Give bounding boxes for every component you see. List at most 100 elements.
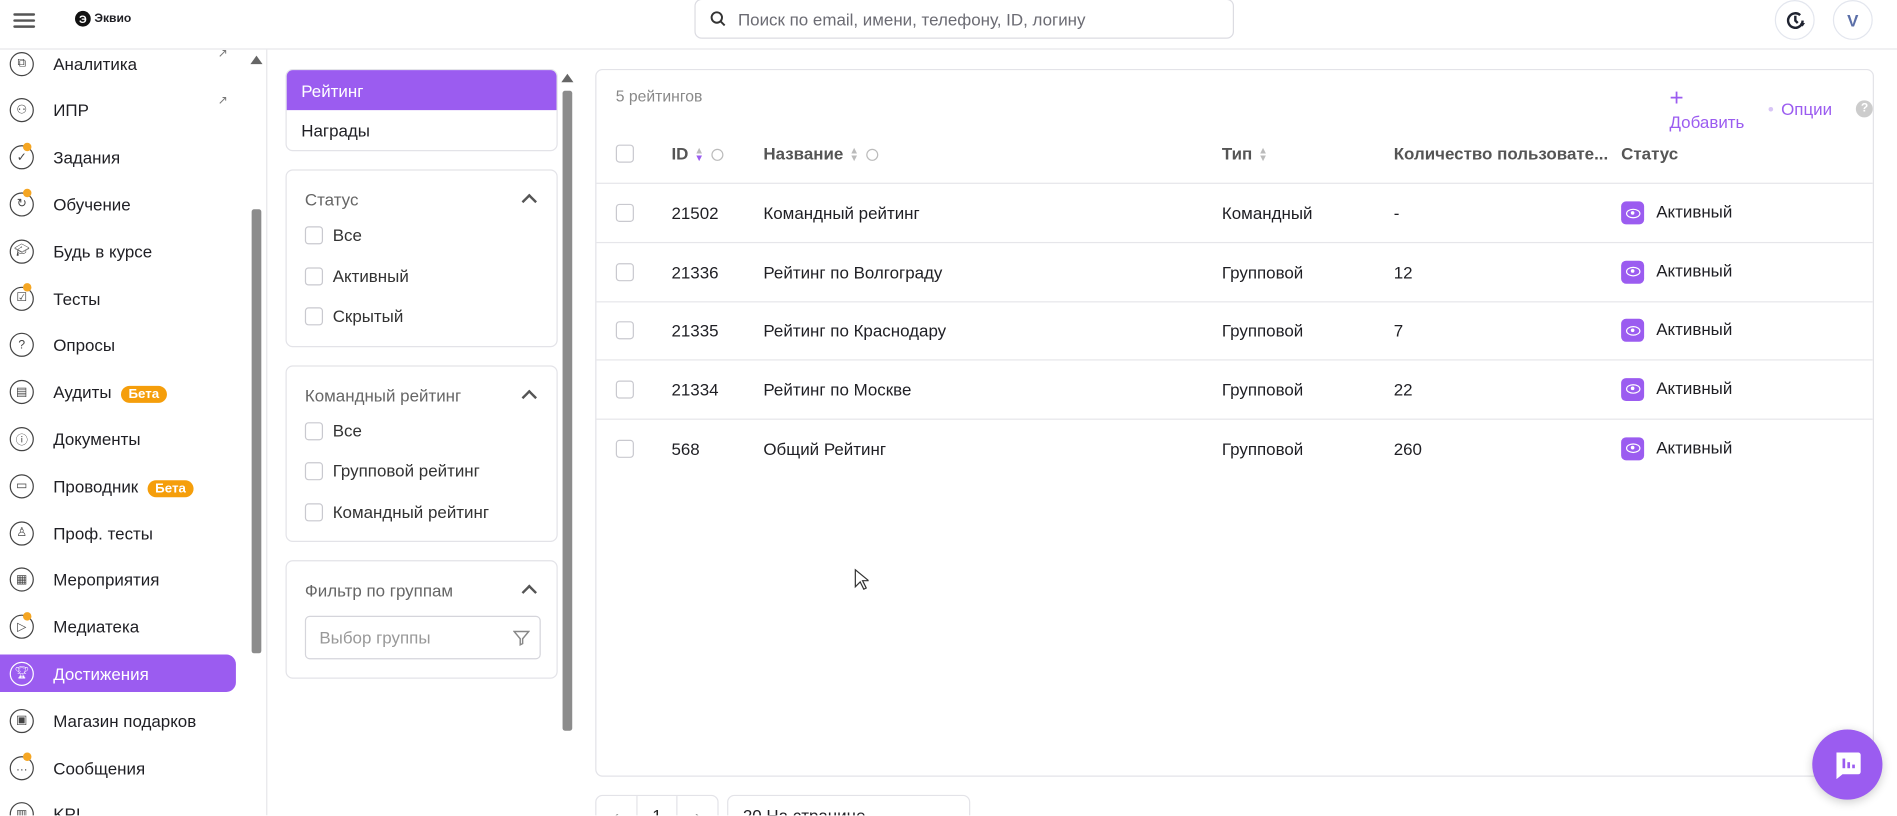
options-button[interactable]: Опции <box>1781 99 1832 118</box>
cell-status: Активный <box>1621 436 1732 460</box>
cell-id: 21336 <box>671 261 719 282</box>
status-label: Активный <box>1656 201 1733 222</box>
menu-icon[interactable] <box>13 10 36 29</box>
sidebar-item-label: Аналитика <box>53 53 138 74</box>
folder-icon: ▭ <box>9 473 34 499</box>
sidebar-item-16[interactable]: … Сообщения <box>0 749 236 787</box>
chevron-up-icon[interactable] <box>521 389 537 406</box>
filter-scroll-up[interactable] <box>561 73 574 83</box>
sort-icon[interactable]: ▲ ▼ <box>694 146 704 163</box>
chevron-up-icon[interactable] <box>521 193 537 210</box>
logo-text: Эквио <box>94 12 132 26</box>
column-users[interactable]: Количество пользовате... <box>1394 143 1609 162</box>
row-checkbox[interactable] <box>615 439 634 458</box>
checkbox <box>304 461 324 480</box>
cell-users: 7 <box>1393 320 1404 340</box>
sidebar-item-14[interactable]: 🏆︎ Достижения <box>0 654 236 693</box>
table-row[interactable]: 21502 Командный рейтинг Командный - Акти… <box>596 184 1873 244</box>
cell-name[interactable]: Рейтинг по Москве <box>763 379 911 398</box>
mouse-cursor-icon <box>854 568 869 590</box>
sort-icon[interactable]: ▲ ▼ <box>849 146 859 163</box>
sidebar-item-11[interactable]: ♙ Проф. тесты <box>0 514 236 552</box>
sidebar-item-7[interactable]: ? Опросы <box>0 326 236 364</box>
next-page-button[interactable]: › <box>678 796 718 816</box>
column-type[interactable]: Тип ▲ ▼ <box>1222 143 1268 162</box>
eye-icon[interactable] <box>1621 377 1645 401</box>
sidebar-item-label: Аудиты Бета <box>53 382 167 403</box>
row-checkbox[interactable] <box>615 379 634 399</box>
eye-icon[interactable] <box>1621 318 1645 342</box>
history-button[interactable] <box>1774 0 1815 40</box>
sidebar-item-5[interactable]: 🎓︎ Будь в курсе <box>0 233 236 271</box>
sidebar-item-9[interactable]: ⓘ Документы <box>0 420 236 458</box>
prev-page-button[interactable]: ‹ <box>596 796 638 816</box>
table-row[interactable]: 568 Общий Рейтинг Групповой 260 Активный <box>596 419 1872 478</box>
sidebar-item-2[interactable]: ⚇ ИПР ↗ <box>0 92 236 130</box>
chevron-down-icon: ⌄ <box>937 805 953 816</box>
cell-name[interactable]: Рейтинг по Краснодару <box>763 321 946 340</box>
search-icon[interactable] <box>711 148 724 161</box>
sidebar-item-3[interactable]: ✓ Задания <box>0 139 236 177</box>
tab-awards[interactable]: Награды <box>287 110 557 150</box>
row-checkbox[interactable] <box>615 321 634 340</box>
column-name[interactable]: Название ▲ ▼ <box>763 143 879 163</box>
help-icon[interactable]: ? <box>1856 99 1873 117</box>
calendar-icon: ▦ <box>9 567 34 592</box>
column-status[interactable]: Статус <box>1621 143 1678 162</box>
cell-name[interactable]: Командный рейтинг <box>763 203 919 222</box>
sort-icon[interactable]: ▲ ▼ <box>1258 146 1268 163</box>
eye-icon[interactable] <box>1621 260 1645 284</box>
page-1-button[interactable]: 1 <box>637 796 678 816</box>
sidebar-item-1[interactable]: ⧉ Аналитика ↗ <box>0 45 236 83</box>
team-all-checkbox[interactable]: Все <box>304 421 362 440</box>
per-page-value: 20 На странице <box>742 805 866 816</box>
eye-icon[interactable] <box>1621 436 1645 460</box>
row-checkbox[interactable] <box>615 203 634 222</box>
avatar[interactable]: V <box>1832 0 1873 40</box>
label: Все <box>332 225 362 245</box>
sidebar-item-8[interactable]: ▤ Аудиты Бета <box>0 373 236 411</box>
cell-users: 22 <box>1393 379 1413 399</box>
tab-rating[interactable]: Рейтинг <box>286 70 557 111</box>
search-input[interactable] <box>737 9 1198 29</box>
sidebar-item-4[interactable]: ↻ Обучение <box>0 186 236 224</box>
chevron-up-icon[interactable] <box>521 584 537 600</box>
table-row[interactable]: 21336 Рейтинг по Волгограду Групповой 12… <box>596 243 1873 302</box>
search-box[interactable] <box>694 0 1234 39</box>
sidebar-item-label: Сообщения <box>53 757 146 778</box>
status-active-checkbox[interactable]: Активный <box>304 266 409 286</box>
sidebar-scrollbar[interactable] <box>251 209 262 654</box>
chat-support-button[interactable] <box>1812 729 1883 800</box>
sidebar-item-10[interactable]: ▭ Проводник Бета <box>0 467 236 505</box>
group-filter: Фильтр по группам Выбор группы <box>285 560 558 679</box>
status-all-checkbox[interactable]: Все <box>304 225 362 245</box>
table-row[interactable]: 21335 Рейтинг по Краснодару Групповой 7 … <box>596 301 1873 361</box>
filter-scrollbar[interactable] <box>562 90 573 731</box>
external-arrow-icon: ↗ <box>217 94 228 108</box>
select-all-checkbox[interactable] <box>615 143 634 163</box>
cell-name[interactable]: Общий Рейтинг <box>763 439 886 458</box>
column-id[interactable]: ID ▲ ▼ <box>671 143 724 163</box>
per-page-select[interactable]: 20 На странице ⌄ <box>727 794 971 816</box>
sidebar-item-6[interactable]: ☑ Тесты <box>0 279 236 317</box>
notification-dot <box>22 611 32 621</box>
group-rating-checkbox[interactable]: Групповой рейтинг <box>304 461 480 480</box>
status-hidden-checkbox[interactable]: Скрытый <box>304 306 403 325</box>
group-select[interactable]: Выбор группы <box>304 615 541 660</box>
sidebar-item-13[interactable]: ▷ Медиатека <box>0 608 236 646</box>
table-row[interactable]: 21334 Рейтинг по Москве Групповой 22 Акт… <box>596 360 1873 420</box>
sidebar-item-15[interactable]: ▣ Магазин подарков <box>0 702 236 740</box>
sidebar-scroll-up[interactable] <box>250 55 263 65</box>
cell-name[interactable]: Рейтинг по Волгограду <box>763 262 942 281</box>
survey-icon: ? <box>9 333 34 358</box>
logo[interactable]: Э Эквио <box>75 10 132 27</box>
search-icon[interactable] <box>866 148 879 161</box>
row-checkbox[interactable] <box>615 262 634 281</box>
eye-icon[interactable] <box>1621 201 1645 225</box>
sidebar-item-17[interactable]: ▥ KPI <box>0 796 236 816</box>
cell-users: - <box>1393 203 1400 223</box>
sidebar-item-12[interactable]: ▦ Мероприятия <box>0 561 236 599</box>
audit-icon: ▤ <box>9 379 34 405</box>
team-rating-checkbox[interactable]: Командный рейтинг <box>304 502 489 521</box>
cell-users: 12 <box>1393 261 1413 282</box>
